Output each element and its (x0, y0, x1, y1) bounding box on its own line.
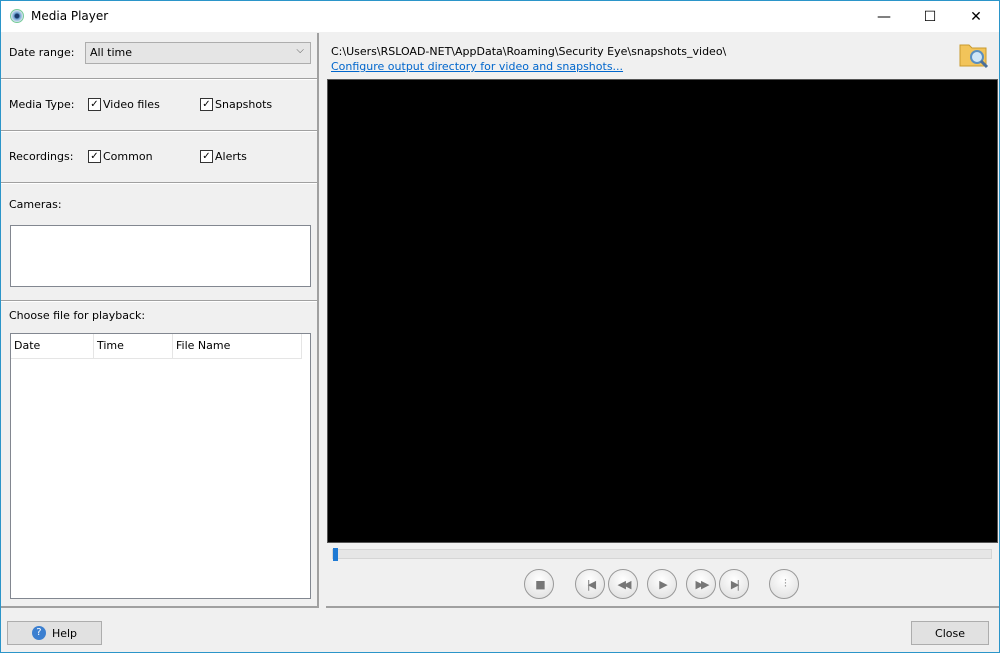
output-path: C:\Users\RSLOAD-NET\AppData\Roaming\Secu… (331, 45, 727, 58)
video-files-checkbox[interactable]: ✓ Video files (88, 98, 160, 111)
date-range-select[interactable]: All time ⌵ (85, 42, 311, 64)
equalizer-settings-button[interactable]: ⫶ (769, 569, 799, 599)
fast-forward-button[interactable]: ▶▶ (686, 569, 716, 599)
window-title: Media Player (31, 9, 109, 23)
seek-thumb[interactable] (333, 548, 338, 561)
check-icon: ✓ (88, 150, 101, 163)
help-button[interactable]: ? Help (7, 621, 102, 645)
help-icon: ? (31, 626, 46, 640)
alerts-checkbox[interactable]: ✓ Alerts (200, 150, 247, 163)
maximize-button[interactable]: ☐ (907, 1, 953, 32)
date-range-value: All time (90, 46, 132, 59)
video-files-label: Video files (103, 98, 160, 111)
column-header-file-name[interactable]: File Name (173, 334, 302, 359)
title-bar: Media Player — ☐ ✕ (1, 1, 999, 32)
cameras-label: Cameras: (9, 198, 62, 211)
common-checkbox[interactable]: ✓ Common (88, 150, 153, 163)
first-button[interactable]: |◀ (575, 569, 605, 599)
configure-output-link[interactable]: Configure output directory for video and… (331, 60, 623, 73)
divider (1, 182, 317, 184)
play-button[interactable]: ▶ (647, 569, 677, 599)
date-range-label: Date range: (9, 46, 75, 59)
check-icon: ✓ (200, 98, 213, 111)
divider (1, 130, 317, 132)
recordings-label: Recordings: (9, 150, 74, 163)
close-window-button[interactable]: ✕ (953, 1, 999, 32)
player-panel: C:\Users\RSLOAD-NET\AppData\Roaming\Secu… (326, 33, 999, 608)
minimize-button[interactable]: — (861, 1, 907, 32)
app-icon (10, 9, 24, 23)
choose-file-label: Choose file for playback: (9, 309, 146, 322)
last-button[interactable]: ▶| (719, 569, 749, 599)
snapshots-label: Snapshots (215, 98, 273, 111)
divider (1, 300, 317, 302)
common-label: Common (103, 150, 153, 163)
file-list[interactable]: Date Time File Name (10, 333, 311, 599)
check-icon: ✓ (88, 98, 101, 111)
help-label: Help (51, 626, 78, 640)
close-button[interactable]: Close (911, 621, 989, 645)
browse-folder-icon[interactable] (958, 39, 990, 69)
cameras-list[interactable] (10, 225, 311, 287)
stop-button[interactable]: ■ (524, 569, 554, 599)
divider (1, 78, 317, 80)
chevron-down-icon: ⌵ (296, 45, 304, 56)
seek-bar[interactable] (332, 548, 992, 561)
snapshots-checkbox[interactable]: ✓ Snapshots (200, 98, 272, 111)
alerts-label: Alerts (215, 150, 247, 163)
media-type-label: Media Type: (9, 98, 75, 111)
check-icon: ✓ (200, 150, 213, 163)
column-header-time[interactable]: Time (94, 334, 173, 359)
column-header-date[interactable]: Date (11, 334, 94, 359)
filter-panel: Date range: All time ⌵ Media Type: ✓ Vide… (1, 33, 319, 608)
rewind-button[interactable]: ◀◀ (608, 569, 638, 599)
video-display (327, 79, 998, 543)
